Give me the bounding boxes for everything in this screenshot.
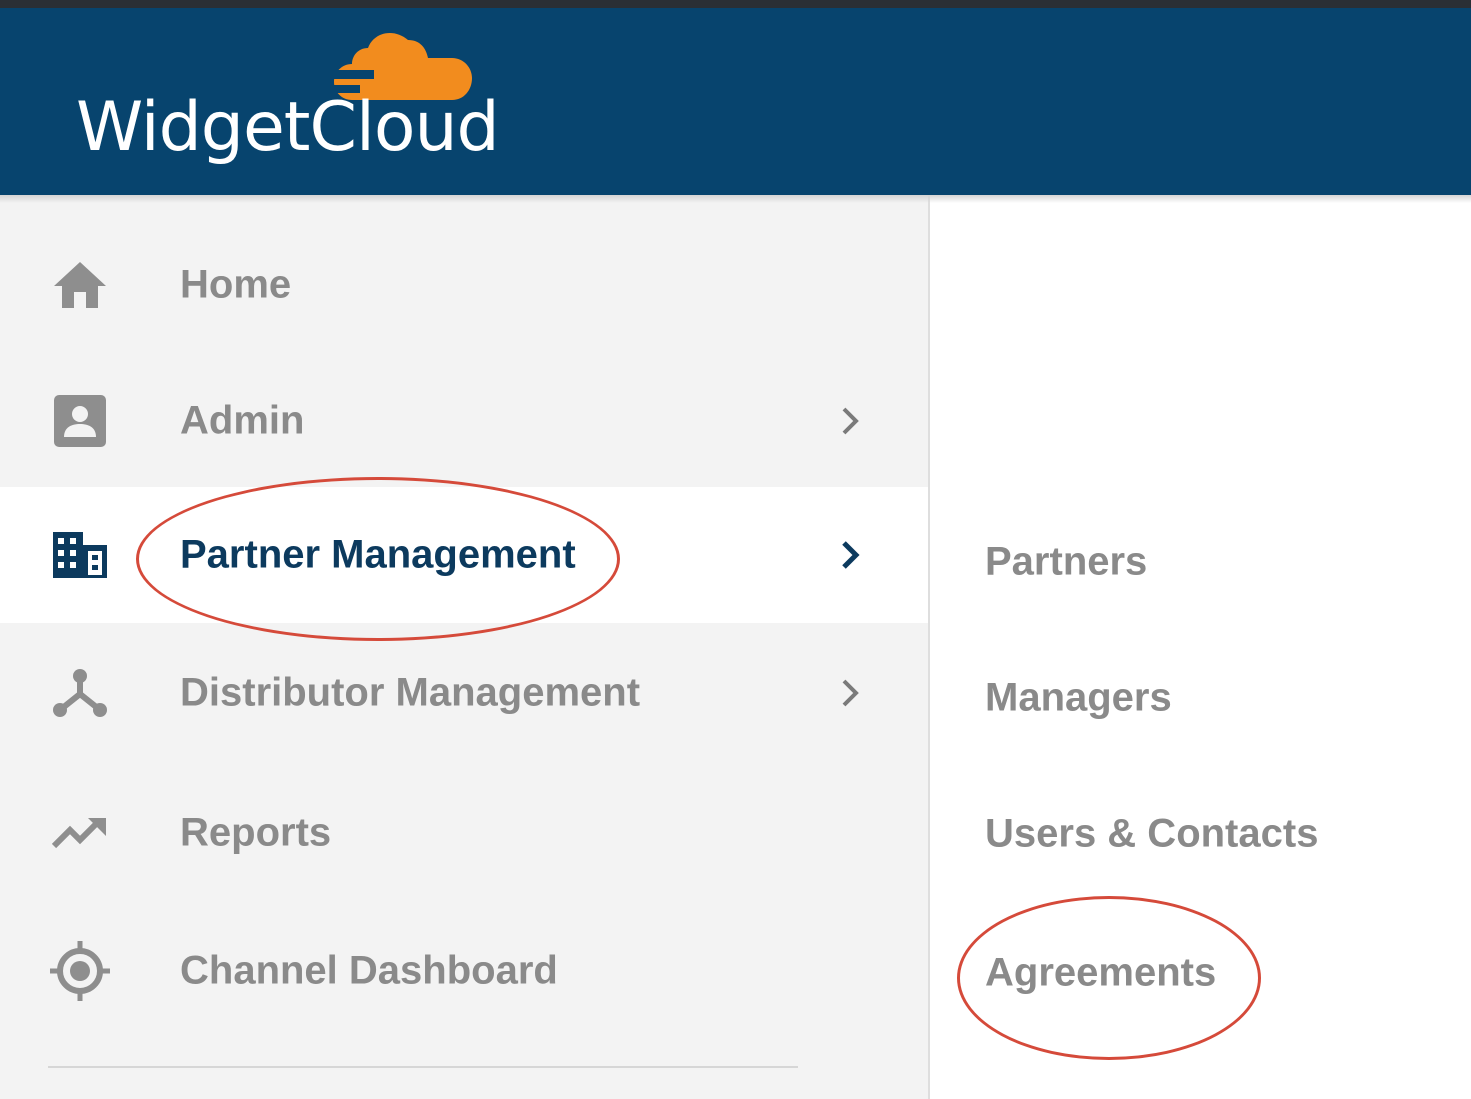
home-icon bbox=[50, 255, 110, 315]
sidebar-item-label: Home bbox=[180, 262, 292, 307]
submenu-item-agreements[interactable]: Agreements bbox=[985, 951, 1216, 996]
target-icon bbox=[50, 941, 110, 1001]
sidebar-item-channel-dashboard[interactable]: Channel Dashboard bbox=[0, 903, 928, 1039]
sidebar-item-home[interactable]: Home bbox=[0, 217, 928, 353]
submenu-item-users-contacts[interactable]: Users & Contacts bbox=[985, 812, 1318, 857]
submenu-item-managers[interactable]: Managers bbox=[985, 676, 1172, 721]
chevron-right-icon bbox=[832, 537, 868, 573]
app-header: WidgetCloud bbox=[0, 8, 1471, 195]
sidebar-item-label: Admin bbox=[180, 398, 305, 443]
user-card-icon bbox=[50, 391, 110, 451]
sidebar-divider bbox=[48, 1066, 798, 1068]
sidebar-item-label: Distributor Management bbox=[180, 670, 641, 715]
sidebar-item-admin[interactable]: Admin bbox=[0, 353, 928, 489]
brand-logo[interactable]: WidgetCloud bbox=[72, 26, 500, 186]
window-top-bar bbox=[0, 0, 1471, 8]
sidebar-item-label: Reports bbox=[180, 810, 332, 855]
header-shadow bbox=[0, 195, 1471, 203]
sidebar-item-reports[interactable]: Reports bbox=[0, 765, 928, 901]
sidebar-item-distributor-management[interactable]: Distributor Management bbox=[0, 625, 928, 761]
chevron-right-icon bbox=[832, 675, 868, 711]
building-icon bbox=[50, 525, 110, 585]
submenu-item-partners[interactable]: Partners bbox=[985, 540, 1147, 585]
brand-name: WidgetCloud bbox=[76, 88, 500, 167]
sidebar-item-label: Channel Dashboard bbox=[180, 948, 558, 993]
sidebar-item-partner-management[interactable]: Partner Management bbox=[0, 487, 928, 623]
chevron-right-icon bbox=[832, 403, 868, 439]
hub-icon bbox=[50, 663, 110, 723]
app-window: WidgetCloud Home Admin Partner Managemen… bbox=[0, 0, 1471, 1099]
sidebar-nav: Home Admin Partner Management Distributo… bbox=[0, 195, 930, 1099]
sidebar-item-label: Partner Management bbox=[180, 532, 576, 577]
trending-up-icon bbox=[50, 803, 110, 863]
